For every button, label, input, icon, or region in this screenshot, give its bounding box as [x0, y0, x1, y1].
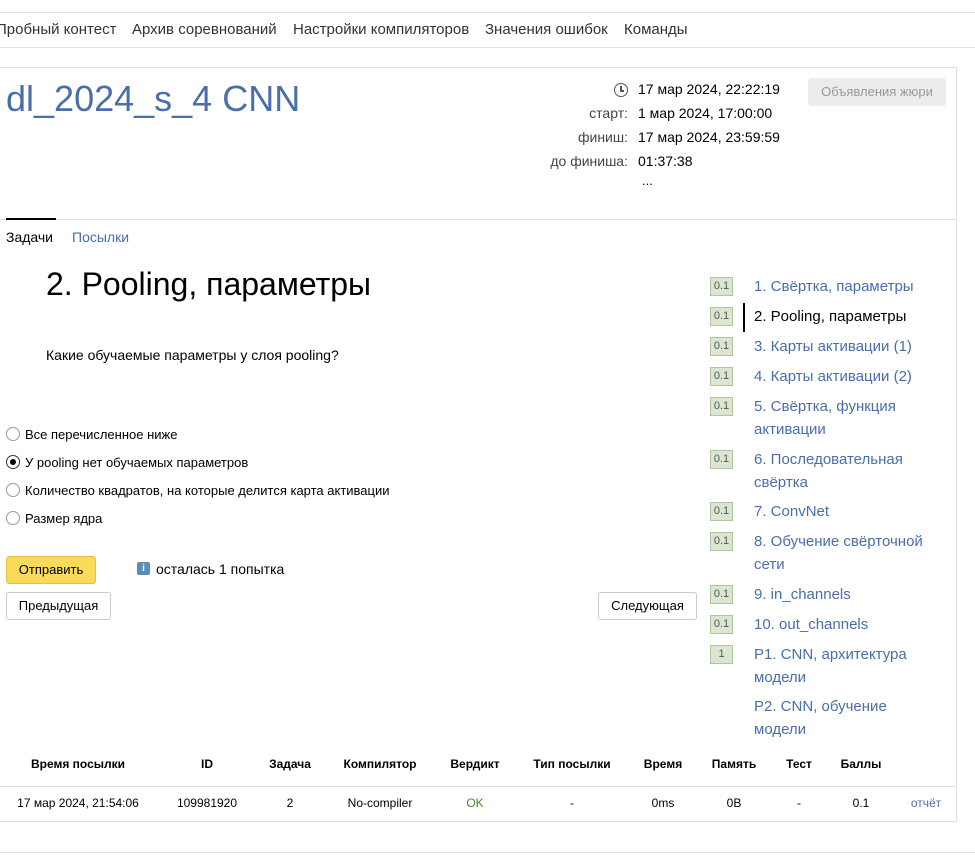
remaining-label-wrap: до финиша: [400, 153, 628, 173]
problem-list-item-3[interactable]: 3. Карты активации (1) [754, 335, 954, 358]
table-header: Компилятор [343, 757, 417, 771]
active-tab-indicator [6, 218, 56, 220]
more-ellipsis[interactable]: ... [642, 173, 653, 193]
table-header: Тип посылки [533, 757, 611, 771]
score-badge: 0.1 [710, 502, 733, 521]
nav-archive[interactable]: Архив соревнований [132, 21, 277, 38]
score-badge: 0.1 [710, 367, 733, 386]
answer-option-label: Все перечисленное ниже [25, 427, 178, 442]
score-badge: 0.1 [710, 397, 733, 416]
problem-list-item-5[interactable]: 5. Свёртка, функция активации [754, 395, 934, 441]
nav-error-values[interactable]: Значения ошибок [485, 21, 608, 38]
cell-memory: 0B [726, 796, 742, 810]
footer-divider [0, 852, 975, 853]
score-badge: 0.1 [710, 450, 733, 469]
info-icon: i [137, 562, 150, 575]
problem-list-item-4[interactable]: 4. Карты активации (2) [754, 365, 954, 388]
tab-tasks[interactable]: Задачи [6, 229, 53, 245]
radio-button[interactable] [6, 511, 20, 525]
answer-option-label: У pooling нет обучаемых параметров [25, 455, 249, 470]
table-header: Время посылки [30, 757, 126, 771]
cell-submit-time: 17 мар 2024, 21:54:06 [17, 796, 139, 810]
problem-list-item-p1[interactable]: P1. CNN, архитектура модели [754, 643, 924, 689]
score-badge: 0.1 [710, 307, 733, 326]
score-badge: 0.1 [710, 277, 733, 296]
current-time: 17 мар 2024, 22:22:19 [638, 81, 780, 97]
cell-id: 109981920 [176, 796, 238, 810]
problem-list-item-2[interactable]: 2. Pooling, параметры [754, 305, 954, 328]
answer-option-label: Количество квадратов, на которые делится… [25, 483, 390, 498]
contest-title: dl_2024_s_4 CNN [6, 78, 301, 119]
cell-problem: 2 [286, 796, 294, 810]
clock-icon [614, 83, 628, 97]
table-divider [0, 786, 957, 787]
score-badge: 0.1 [710, 615, 733, 634]
attempts-remaining: осталась 1 попытка [156, 561, 285, 577]
cell-time: 0ms [651, 796, 675, 810]
remaining-time: 01:37:38 [638, 153, 693, 169]
jury-announcements-button[interactable]: Объявления жюри [808, 78, 946, 106]
nav-trial-contest[interactable]: Пробный контест [0, 21, 116, 38]
remaining-label: до финиша: [550, 153, 628, 169]
score-badge: 0.1 [710, 585, 733, 604]
score-badge: 1 [710, 645, 733, 664]
previous-button[interactable]: Предыдущая [6, 592, 111, 620]
problem-title: 2. Pooling, параметры [46, 266, 372, 302]
start-time: 1 мар 2024, 17:00:00 [638, 105, 773, 121]
table-header: Вердикт [450, 757, 500, 771]
cell-compiler: No-compiler [347, 796, 413, 810]
report-link[interactable]: отчёт [911, 796, 941, 810]
problem-list-item-p2[interactable]: P2. CNN, обучение модели [754, 695, 924, 741]
cell-verdict: OK [466, 796, 484, 810]
table-header: Время [643, 757, 683, 771]
cell-score: 0.1 [852, 796, 870, 810]
start-label-wrap: старт: [400, 105, 628, 125]
answer-option-label: Размер ядра [25, 511, 103, 526]
tab-submissions[interactable]: Посылки [72, 229, 129, 245]
cell-submission-type: - [570, 796, 574, 810]
table-header: Баллы [840, 757, 882, 771]
radio-button-selected[interactable] [6, 455, 20, 469]
top-navigation: Пробный контест Архив соревнований Настр… [0, 12, 975, 48]
tabs-divider [0, 219, 957, 220]
table-header: Задача [269, 757, 311, 771]
problem-list-item-7[interactable]: 7. ConvNet [754, 500, 954, 523]
problem-list-item-9[interactable]: 9. in_channels [754, 583, 954, 606]
problem-list-item-10[interactable]: 10. out_channels [754, 613, 954, 636]
finish-label-wrap: финиш: [400, 129, 628, 149]
start-label: старт: [589, 105, 628, 121]
active-problem-indicator [743, 303, 745, 332]
radio-button[interactable] [6, 483, 20, 497]
next-button[interactable]: Следующая [598, 592, 697, 620]
nav-compiler-settings[interactable]: Настройки компиляторов [293, 21, 469, 38]
radio-button[interactable] [6, 427, 20, 441]
problem-list-item-1[interactable]: 1. Свёртка, параметры [754, 275, 954, 298]
problem-question: Какие обучаемые параметры у слоя pooling… [46, 347, 339, 363]
problem-list-item-8[interactable]: 8. Обучение свёрточной сети [754, 530, 934, 576]
submit-button[interactable]: Отправить [6, 556, 96, 584]
finish-time: 17 мар 2024, 23:59:59 [638, 129, 780, 145]
table-header: Тест [786, 757, 812, 771]
finish-label: финиш: [577, 129, 628, 145]
problem-list-item-6[interactable]: 6. Последовательная свёртка [754, 448, 934, 494]
nav-teams[interactable]: Команды [624, 21, 688, 38]
table-header: Память [711, 757, 757, 771]
cell-test: - [797, 796, 801, 810]
table-header: ID [201, 757, 213, 771]
score-badge: 0.1 [710, 532, 733, 551]
score-badge: 0.1 [710, 337, 733, 356]
